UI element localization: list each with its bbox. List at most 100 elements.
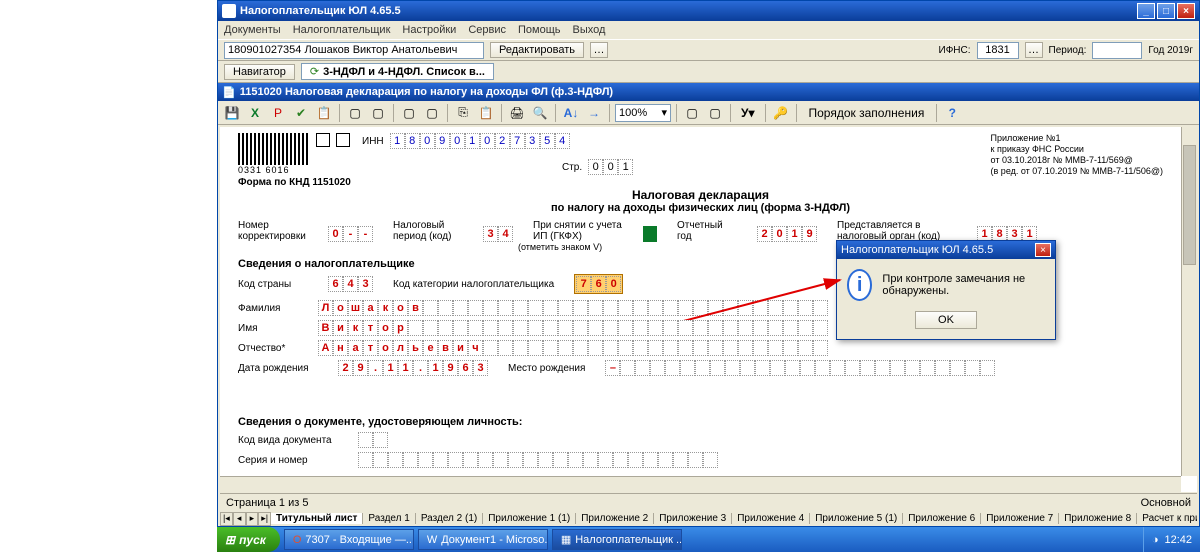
- preview-icon[interactable]: 🔍: [530, 103, 550, 123]
- ifns-label: ИФНС:: [939, 45, 971, 56]
- actions-button[interactable]: У ▾: [736, 103, 760, 123]
- name-label: Имя: [238, 323, 318, 334]
- zoom-select[interactable]: 100%▾: [615, 104, 671, 122]
- sheet-tab[interactable]: Приложение 6: [903, 513, 981, 524]
- task-1[interactable]: O7307 - Входящие —...: [284, 529, 414, 550]
- doccode-label: Код вида документа: [238, 435, 358, 446]
- taxpayer-field[interactable]: [224, 42, 484, 59]
- menu-documents[interactable]: Документы: [224, 24, 281, 36]
- tool-a-icon[interactable]: ▢: [345, 103, 365, 123]
- infobar: Редактировать … ИФНС: … Период: Год 2019…: [218, 39, 1199, 61]
- pob-label: Место рождения: [508, 363, 585, 374]
- nav-tab-label: 3-НДФЛ и 4-НДФЛ. Список в...: [323, 66, 485, 78]
- copy-icon[interactable]: ⎘: [453, 103, 473, 123]
- checkbox-1[interactable]: [316, 133, 330, 147]
- ifns-more-button[interactable]: …: [1025, 42, 1043, 58]
- doc-toolbar: 💾 X Р ✔ 📋 ▢ ▢ ▢ ▢ ⎘ 📋 🖨 🔍 A↓ → 100%▾ ▢ ▢…: [218, 101, 1199, 125]
- docsn-label: Серия и номер: [238, 455, 358, 466]
- active-nav-tab[interactable]: ⟳ 3-НДФЛ и 4-НДФЛ. Список в...: [301, 63, 494, 80]
- taxpayer-more-button[interactable]: …: [590, 42, 608, 58]
- pob-value[interactable]: –: [605, 360, 995, 376]
- maximize-button[interactable]: □: [1157, 3, 1175, 19]
- sheet-tab[interactable]: Приложение 8: [1059, 513, 1137, 524]
- ok-button[interactable]: OK: [915, 311, 977, 329]
- name-value[interactable]: Виктор: [318, 320, 828, 336]
- dob-label: Дата рождения: [238, 363, 318, 374]
- year-value[interactable]: 2019: [757, 226, 817, 242]
- sheet-tab[interactable]: Раздел 2 (1): [416, 513, 483, 524]
- dialog-close-button[interactable]: ×: [1035, 243, 1051, 257]
- tool-d-icon[interactable]: ▢: [422, 103, 442, 123]
- patr-label: Отчество*: [238, 343, 318, 354]
- ifns-field[interactable]: [977, 42, 1019, 59]
- ip-label: При снятии с учета ИП (ГКФХ): [533, 220, 623, 242]
- check-icon[interactable]: ✔: [291, 103, 311, 123]
- corr-value[interactable]: 0--: [328, 226, 373, 242]
- sheet-tab[interactable]: Приложение 7: [981, 513, 1059, 524]
- refresh-icon[interactable]: Р: [268, 103, 288, 123]
- doccode-value[interactable]: [358, 432, 388, 448]
- find-icon[interactable]: A↓: [561, 103, 581, 123]
- stamp-icon[interactable]: 📋: [314, 103, 334, 123]
- ip-checkbox[interactable]: [643, 226, 657, 242]
- section-idoc: Сведения о документе, удостоверяющем лич…: [238, 416, 1163, 428]
- help-icon[interactable]: ?: [942, 103, 962, 123]
- period-field[interactable]: [1092, 42, 1142, 59]
- fill-order-button[interactable]: Порядок заполнения: [802, 103, 932, 123]
- dob-value[interactable]: 29.11.1963: [338, 360, 488, 376]
- excel-icon[interactable]: X: [245, 103, 265, 123]
- patr-value[interactable]: Анатольевич: [318, 340, 828, 356]
- minimize-button[interactable]: _: [1137, 3, 1155, 19]
- menu-settings[interactable]: Настройки: [402, 24, 456, 36]
- checkbox-2[interactable]: [336, 133, 350, 147]
- cat-value[interactable]: 760: [574, 274, 623, 294]
- cfg2-icon[interactable]: ▢: [705, 103, 725, 123]
- cfg1-icon[interactable]: ▢: [682, 103, 702, 123]
- taxperiod-value[interactable]: 34: [483, 226, 513, 242]
- close-button[interactable]: ×: [1177, 3, 1195, 19]
- sheet-tab[interactable]: Расчет к прил.1: [1137, 513, 1197, 524]
- start-button[interactable]: ⊞ пуск: [217, 527, 280, 552]
- appendix-info: Приложение №1 к приказу ФНС России от 03…: [991, 133, 1163, 177]
- dialog-title: Налогоплательщик ЮЛ 4.65.5: [841, 244, 993, 256]
- task-2[interactable]: WДокумент1 - Microso...: [418, 529, 548, 550]
- print-icon[interactable]: 🖨: [507, 103, 527, 123]
- system-tray[interactable]: ◑ 12:42: [1143, 527, 1200, 552]
- surname-label: Фамилия: [238, 303, 318, 314]
- task-3[interactable]: ▦Налогоплательщик ...: [552, 529, 682, 550]
- tab-prev-button[interactable]: ◂: [233, 512, 246, 526]
- menu-help[interactable]: Помощь: [518, 24, 561, 36]
- save-icon[interactable]: 💾: [222, 103, 242, 123]
- tab-first-button[interactable]: |◂: [220, 512, 233, 526]
- tool-c-icon[interactable]: ▢: [399, 103, 419, 123]
- menu-taxpayer[interactable]: Налогоплательщик: [293, 24, 391, 36]
- sheet-tab[interactable]: Приложение 5 (1): [810, 513, 903, 524]
- sheet-tab[interactable]: Титульный лист: [271, 513, 363, 524]
- sheet-tab[interactable]: Приложение 3: [654, 513, 732, 524]
- edit-button[interactable]: Редактировать: [490, 42, 584, 58]
- country-value[interactable]: 643: [328, 276, 373, 292]
- horizontal-scrollbar[interactable]: [220, 476, 1181, 492]
- windows-icon: ⊞: [225, 533, 235, 547]
- tab-last-button[interactable]: ▸|: [258, 512, 271, 526]
- cat-label: Код категории налогоплательщика: [393, 279, 554, 290]
- tab-next-button[interactable]: ▸: [246, 512, 259, 526]
- docsn-value[interactable]: [358, 452, 718, 468]
- status-page: Страница 1 из 5: [226, 497, 308, 509]
- menu-exit[interactable]: Выход: [573, 24, 606, 36]
- goto-icon[interactable]: →: [584, 103, 604, 123]
- opera-icon: O: [293, 534, 302, 546]
- surname-value[interactable]: Лошаков: [318, 300, 828, 316]
- key-icon[interactable]: 🔑: [771, 103, 791, 123]
- dialog-titlebar: Налогоплательщик ЮЛ 4.65.5 ×: [837, 241, 1055, 259]
- sheet-tab[interactable]: Приложение 2: [576, 513, 654, 524]
- vertical-scrollbar[interactable]: [1181, 127, 1197, 476]
- tool-b-icon[interactable]: ▢: [368, 103, 388, 123]
- sheet-tab[interactable]: Приложение 4: [732, 513, 810, 524]
- sheet-tab[interactable]: Приложение 1 (1): [483, 513, 576, 524]
- navigator-button[interactable]: Навигатор: [224, 64, 295, 80]
- sheet-tab[interactable]: Раздел 1: [363, 513, 415, 524]
- page-value: 001: [588, 159, 633, 175]
- paste-icon[interactable]: 📋: [476, 103, 496, 123]
- menu-service[interactable]: Сервис: [468, 24, 506, 36]
